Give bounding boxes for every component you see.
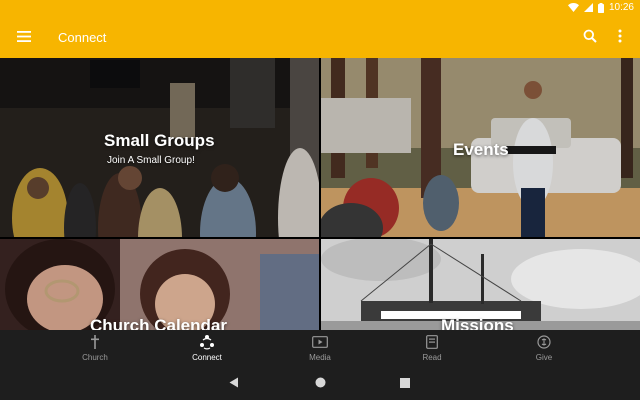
status-icons: 10:26 [567,2,634,13]
play-icon [312,334,328,350]
nav-label: Read [422,353,442,362]
menu-button[interactable] [14,28,34,48]
system-nav-bar [0,368,640,400]
bottom-nav: Church Connect Media Read Give [0,330,640,368]
system-home-button[interactable] [312,376,328,392]
nav-item-media[interactable]: Media [280,334,360,366]
connect-grid: Small Groups Join A Small Group! Events [0,58,640,330]
tile-missions[interactable]: Missions [321,239,640,330]
connect-icon [199,334,215,350]
tile-subtitle: Join A Small Group! [107,155,195,166]
hamburger-icon [17,29,31,47]
tile-title: Missions [441,316,514,330]
recents-square-icon [400,375,410,393]
tile-title: Events [453,140,509,159]
wifi-icon [567,3,579,12]
nav-label: Media [309,353,331,362]
tile-title: Small Groups [104,131,215,150]
system-recents-button[interactable] [397,376,413,392]
search-button[interactable] [580,28,600,48]
nav-item-read[interactable]: Read [392,334,472,366]
nav-item-connect[interactable]: Connect [167,334,247,366]
cross-icon [90,334,100,350]
nav-label: Connect [192,353,222,362]
more-options-button[interactable] [610,28,630,48]
more-vert-icon [618,29,622,48]
system-back-button[interactable] [226,376,242,392]
battery-icon [597,2,604,13]
search-icon [583,29,597,48]
give-icon [537,334,551,350]
back-triangle-icon [229,375,239,393]
status-bar: 10:26 [0,0,640,18]
tile-small-groups[interactable]: Small Groups Join A Small Group! [0,58,319,237]
book-icon [426,334,438,350]
nav-item-church[interactable]: Church [55,334,135,366]
tile-events[interactable]: Events [321,58,640,237]
status-time: 10:26 [608,2,634,13]
app-bar: Connect [0,18,640,58]
tile-church-calendar[interactable]: Church Calendar [0,239,319,330]
nav-label: Give [535,353,553,362]
signal-icon [583,3,593,12]
tile-title: Church Calendar [90,316,227,330]
page-title: Connect [58,30,107,45]
nav-label: Church [82,353,108,362]
home-circle-icon [315,375,326,393]
nav-item-give[interactable]: Give [504,334,584,366]
